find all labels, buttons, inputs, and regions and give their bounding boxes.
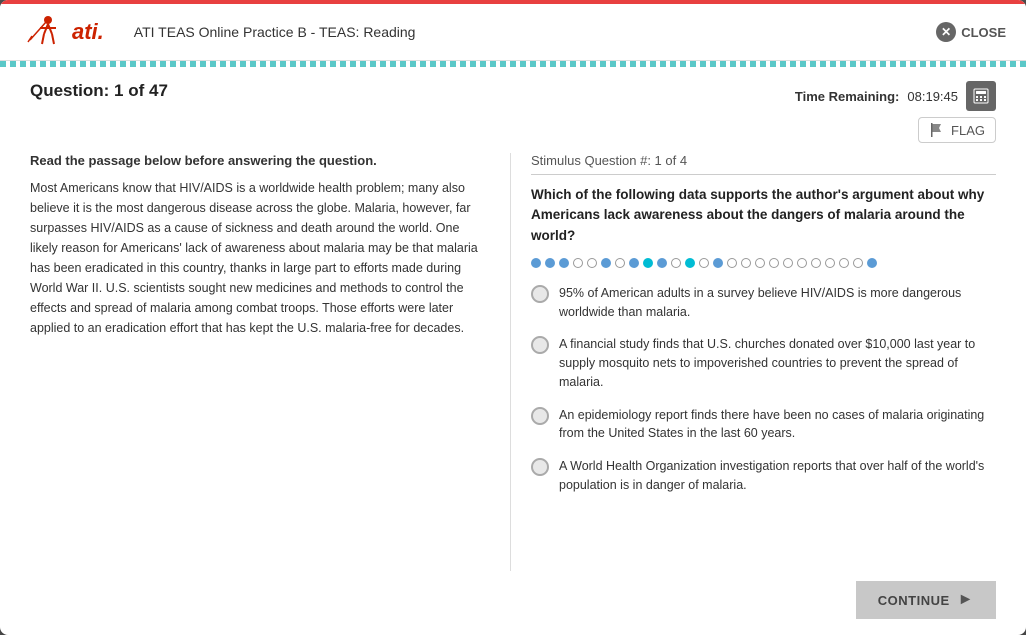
top-bar: ati. ATI TEAS Online Practice B - TEAS: … [0, 0, 1026, 61]
progress-dot [797, 258, 807, 268]
stimulus-question: Which of the following data supports the… [531, 185, 996, 246]
ati-logo-icon [20, 12, 72, 52]
question-header: Question: 1 of 47 Time Remaining: 08:19:… [0, 67, 1026, 153]
progress-dot [629, 258, 639, 268]
time-area: Time Remaining: 08:19:45 [795, 81, 996, 143]
answer-option-d[interactable]: A World Health Organization investigatio… [531, 457, 996, 495]
content-area: Read the passage below before answering … [0, 153, 1026, 571]
answer-option-a[interactable]: 95% of American adults in a survey belie… [531, 284, 996, 322]
progress-dot [671, 258, 681, 268]
radio-option-b[interactable] [531, 336, 549, 354]
progress-dot [783, 258, 793, 268]
continue-arrow-icon: ► [958, 591, 974, 609]
radio-option-a[interactable] [531, 285, 549, 303]
option-text-b: A financial study finds that U.S. church… [559, 335, 996, 391]
header-title: ATI TEAS Online Practice B - TEAS: Readi… [134, 24, 936, 40]
progress-dot [657, 258, 667, 268]
answer-option-c[interactable]: An epidemiology report finds there have … [531, 406, 996, 444]
left-panel: Read the passage below before answering … [30, 153, 490, 571]
flag-icon [929, 122, 945, 138]
progress-dot [839, 258, 849, 268]
passage-instruction: Read the passage below before answering … [30, 153, 490, 168]
flag-label: FLAG [951, 123, 985, 138]
time-row: Time Remaining: 08:19:45 [795, 81, 996, 111]
progress-dot [587, 258, 597, 268]
progress-dot [867, 258, 877, 268]
progress-dot [573, 258, 583, 268]
stimulus-header: Stimulus Question #: 1 of 4 [531, 153, 996, 175]
close-label: CLOSE [961, 25, 1006, 40]
progress-dot [601, 258, 611, 268]
option-text-c: An epidemiology report finds there have … [559, 406, 996, 444]
radio-option-c[interactable] [531, 407, 549, 425]
time-value: 08:19:45 [907, 89, 958, 104]
flag-button[interactable]: FLAG [918, 117, 996, 143]
progress-dot [545, 258, 555, 268]
continue-button[interactable]: CONTINUE ► [856, 581, 996, 619]
progress-dot [811, 258, 821, 268]
option-text-a: 95% of American adults in a survey belie… [559, 284, 996, 322]
time-label: Time Remaining: [795, 89, 900, 104]
calculator-button[interactable] [966, 81, 996, 111]
bottom-bar: CONTINUE ► [0, 571, 1026, 635]
continue-label: CONTINUE [878, 593, 950, 608]
question-number: Question: 1 of 47 [30, 81, 168, 101]
passage-text: Most Americans know that HIV/AIDS is a w… [30, 178, 490, 338]
right-panel: Stimulus Question #: 1 of 4 Which of the… [510, 153, 996, 571]
progress-dot [769, 258, 779, 268]
progress-dot [741, 258, 751, 268]
answer-option-b[interactable]: A financial study finds that U.S. church… [531, 335, 996, 391]
logo-area: ati. [20, 12, 104, 52]
progress-dot [727, 258, 737, 268]
logo-text: ati. [72, 19, 104, 45]
calculator-icon [973, 88, 989, 104]
close-button[interactable]: ✕ CLOSE [936, 22, 1006, 42]
progress-dot [713, 258, 723, 268]
radio-option-d[interactable] [531, 458, 549, 476]
option-text-d: A World Health Organization investigatio… [559, 457, 996, 495]
progress-dot [699, 258, 709, 268]
progress-dot [853, 258, 863, 268]
progress-dot [825, 258, 835, 268]
progress-dot [615, 258, 625, 268]
main-content: Question: 1 of 47 Time Remaining: 08:19:… [0, 67, 1026, 635]
progress-dot [643, 258, 653, 268]
progress-dot [559, 258, 569, 268]
app-window: ati. ATI TEAS Online Practice B - TEAS: … [0, 0, 1026, 635]
answer-options: 95% of American adults in a survey belie… [531, 284, 996, 495]
progress-dots [531, 258, 996, 268]
close-icon: ✕ [936, 22, 956, 42]
progress-dot [755, 258, 765, 268]
progress-dot [685, 258, 695, 268]
progress-dot [531, 258, 541, 268]
